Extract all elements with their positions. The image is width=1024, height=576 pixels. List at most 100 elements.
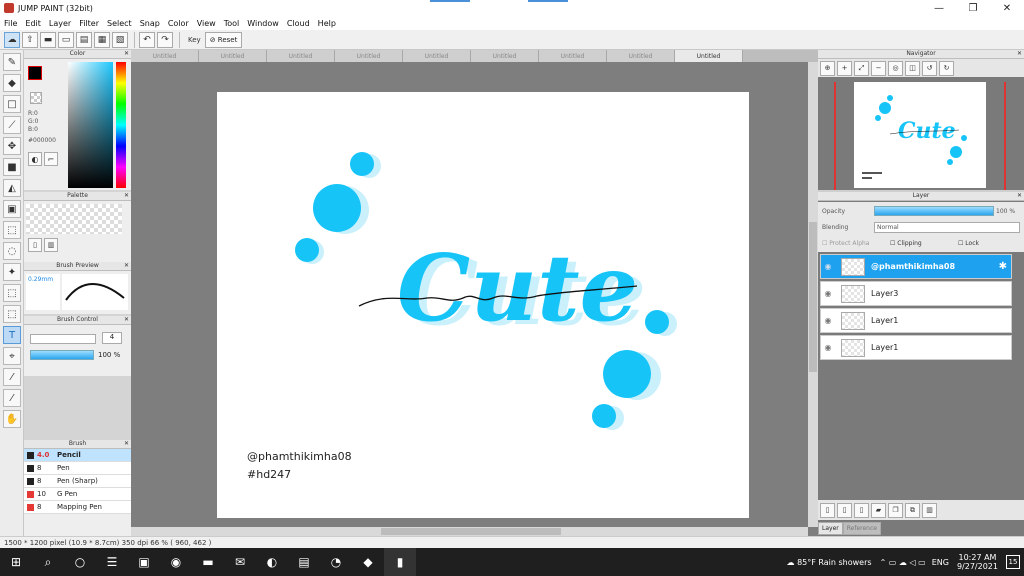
vertical-scrollbar[interactable]: [808, 62, 818, 527]
menu-snap[interactable]: Snap: [140, 19, 160, 28]
menu-filter[interactable]: Filter: [79, 19, 99, 28]
edge-icon[interactable]: ◐: [256, 548, 288, 576]
close-icon[interactable]: ✕: [124, 262, 129, 269]
brush-item[interactable]: 8 Pen: [24, 462, 131, 475]
protect-alpha-checkbox[interactable]: ☐ Protect Alpha: [822, 240, 869, 247]
doc-tab[interactable]: Untitled: [335, 50, 403, 62]
fit-icon[interactable]: ⤢: [854, 60, 869, 76]
menu-window[interactable]: Window: [247, 19, 279, 28]
palette-icon[interactable]: ◐: [28, 152, 42, 166]
select-rect-icon[interactable]: ⬚: [3, 221, 21, 239]
trash-icon[interactable]: ▥: [44, 238, 58, 252]
layer-opacity-slider[interactable]: [874, 206, 994, 216]
tab-reference[interactable]: Reference: [842, 522, 881, 535]
chat-icon[interactable]: ▬: [40, 31, 56, 48]
navigator-preview[interactable]: Cute: [854, 82, 986, 188]
dropper-icon[interactable]: ⌐: [44, 152, 58, 166]
close-icon[interactable]: ✕: [1017, 50, 1022, 57]
layer-row[interactable]: ◉ Layer3: [820, 281, 1012, 306]
maximize-icon[interactable]: ❐: [956, 0, 990, 16]
messenger-icon[interactable]: ◔: [320, 548, 352, 576]
doc-tab[interactable]: Untitled: [199, 50, 267, 62]
page-icon[interactable]: ▤: [76, 31, 92, 48]
widgets-icon[interactable]: ☰: [96, 548, 128, 576]
menu-select[interactable]: Select: [107, 19, 132, 28]
rotate-right-icon[interactable]: ↻: [939, 60, 954, 76]
cloud-icon[interactable]: ☁: [4, 31, 20, 48]
rotate-left-icon[interactable]: ↺: [922, 60, 937, 76]
trash-icon[interactable]: ▥: [922, 502, 937, 518]
scroll-thumb[interactable]: [809, 222, 817, 372]
brush-item[interactable]: 10 G Pen: [24, 488, 131, 501]
actual-size-icon[interactable]: ◎: [888, 60, 903, 76]
task-view-icon[interactable]: ○: [64, 548, 96, 576]
visibility-icon[interactable]: ◉: [821, 262, 835, 271]
clock[interactable]: 10:27 AM 9/27/2021: [957, 553, 998, 571]
reset-button[interactable]: ⊘ Reset: [204, 31, 243, 48]
operation-tool-icon[interactable]: ⌖: [3, 347, 21, 365]
weather-widget[interactable]: ☁ 85°F Rain showers: [787, 558, 872, 567]
line-tool-icon[interactable]: ⟋: [3, 116, 21, 134]
brush-size-slider[interactable]: [30, 334, 96, 344]
menu-cloud[interactable]: Cloud: [287, 19, 310, 28]
doc-tab[interactable]: Untitled: [403, 50, 471, 62]
visibility-icon[interactable]: ◉: [821, 316, 835, 325]
zoom-out-icon[interactable]: −: [871, 60, 886, 76]
gear-icon[interactable]: ✱: [999, 261, 1007, 272]
doc-tab[interactable]: Untitled: [607, 50, 675, 62]
palette-swatches[interactable]: [26, 204, 122, 234]
bucket-tool-icon[interactable]: ◭: [3, 179, 21, 197]
magic-wand-icon[interactable]: ✦: [3, 263, 21, 281]
visibility-icon[interactable]: ◉: [821, 289, 835, 298]
eyedropper-icon[interactable]: ⁄: [3, 389, 21, 407]
gradient-tool-icon[interactable]: ▣: [3, 200, 21, 218]
brush-item[interactable]: 8 Pen (Sharp): [24, 475, 131, 488]
chrome-icon[interactable]: ◉: [160, 548, 192, 576]
text-tool-icon[interactable]: T: [3, 326, 21, 344]
new-palette-icon[interactable]: ▯: [28, 238, 42, 252]
brush-item[interactable]: 8 Mapping Pen: [24, 501, 131, 514]
blending-select[interactable]: Normal: [874, 222, 1020, 233]
hue-slider[interactable]: [116, 62, 126, 188]
duplicate-icon[interactable]: ❐: [888, 502, 903, 518]
tab-layer[interactable]: Layer: [818, 522, 843, 535]
minimize-icon[interactable]: —: [922, 0, 956, 16]
menu-view[interactable]: View: [197, 19, 216, 28]
zoom-icon[interactable]: ⊕: [820, 60, 835, 76]
menu-tool[interactable]: Tool: [224, 19, 240, 28]
menu-layer[interactable]: Layer: [49, 19, 71, 28]
layer-row[interactable]: ◉ @phamthikimha08 ✱: [820, 254, 1012, 279]
new-layer-icon[interactable]: ▯: [820, 502, 835, 518]
menu-color[interactable]: Color: [168, 19, 189, 28]
doc-tab[interactable]: Untitled: [267, 50, 335, 62]
language-indicator[interactable]: ENG: [932, 558, 949, 567]
zoom-in-icon[interactable]: +: [837, 60, 852, 76]
menu-edit[interactable]: Edit: [25, 19, 41, 28]
menu-file[interactable]: File: [4, 19, 17, 28]
close-icon[interactable]: ✕: [124, 50, 129, 57]
app-icon[interactable]: ◆: [352, 548, 384, 576]
comment-icon[interactable]: ▭: [58, 31, 74, 48]
close-icon[interactable]: ✕: [1017, 192, 1022, 199]
move-tool-icon[interactable]: ✥: [3, 137, 21, 155]
flip-icon[interactable]: ◫: [905, 60, 920, 76]
brush-size-field[interactable]: 4: [102, 332, 122, 344]
doc-tab[interactable]: Untitled: [471, 50, 539, 62]
layer-row[interactable]: ◉ Layer1: [820, 308, 1012, 333]
brush-tool-icon[interactable]: ✎: [3, 53, 21, 71]
new-layer-icon[interactable]: ▯: [837, 502, 852, 518]
notification-badge[interactable]: 15: [1006, 555, 1020, 569]
select-pen-icon[interactable]: ⬚: [3, 284, 21, 302]
saturation-value-picker[interactable]: [68, 62, 113, 188]
rectangle-tool-icon[interactable]: □: [3, 95, 21, 113]
menu-help[interactable]: Help: [318, 19, 336, 28]
folder-icon[interactable]: ▰: [871, 502, 886, 518]
doc-tab[interactable]: Untitled: [131, 50, 199, 62]
drawing-canvas[interactable]: Cute Cute @phamthikimha08 #hd247: [217, 92, 749, 518]
clipping-checkbox[interactable]: ☐ Clipping: [890, 240, 922, 247]
brush-item[interactable]: 4.0 Pencil: [24, 449, 131, 462]
brush-opacity-slider[interactable]: [30, 350, 94, 360]
transparent-swatch[interactable]: [30, 92, 42, 104]
close-icon[interactable]: ✕: [124, 440, 129, 447]
close-icon[interactable]: ✕: [990, 0, 1024, 16]
